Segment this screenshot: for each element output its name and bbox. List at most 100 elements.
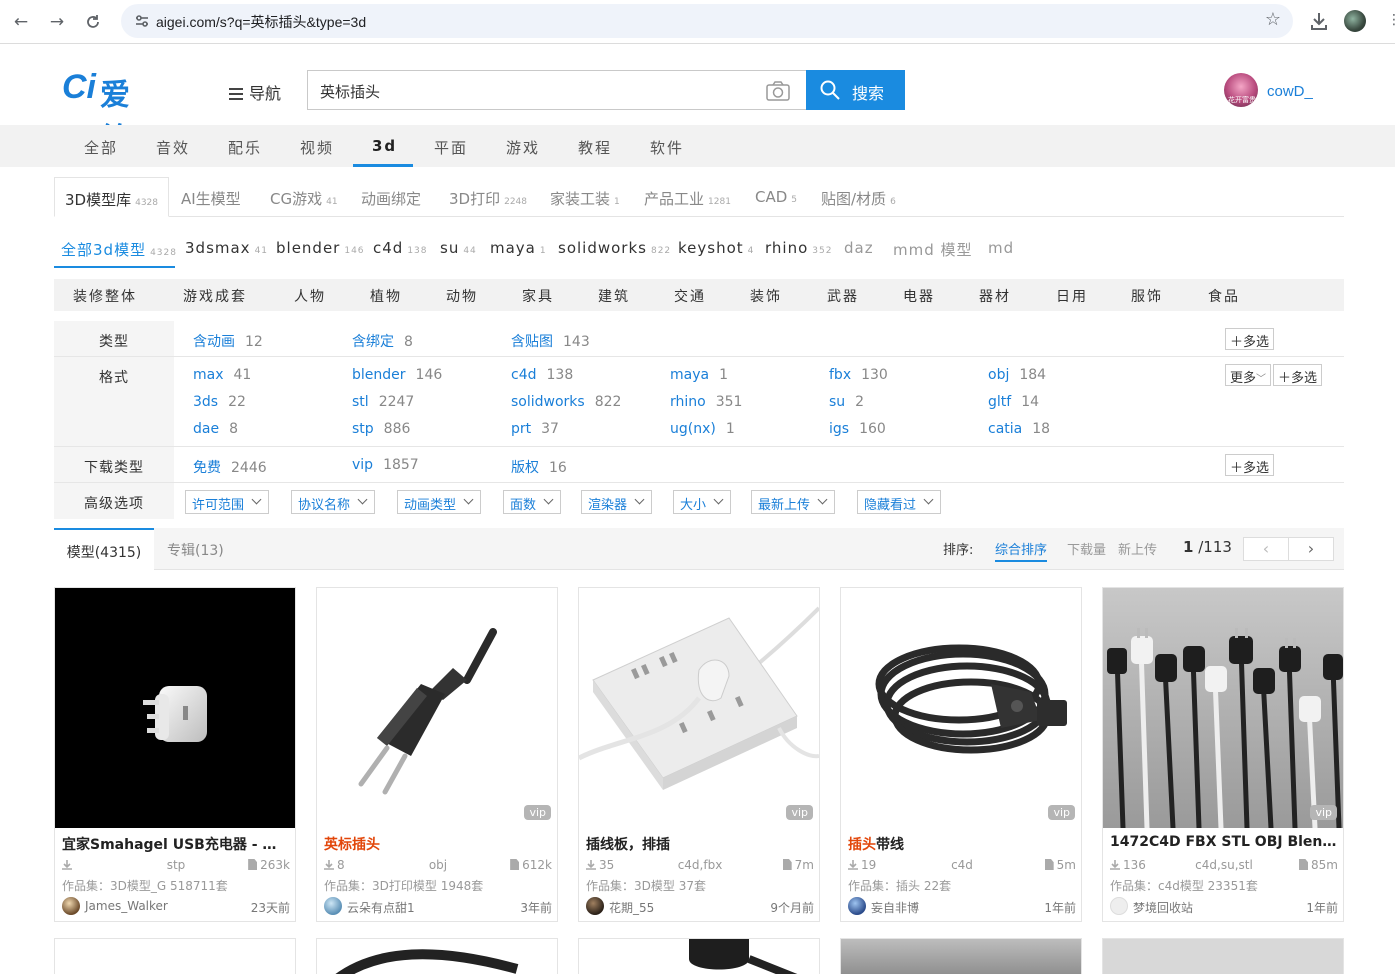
author-avatar[interactable] bbox=[324, 897, 342, 915]
author-avatar[interactable] bbox=[1110, 897, 1128, 915]
genre-item[interactable]: 服饰 bbox=[1131, 286, 1163, 306]
category-3d[interactable]: 3d bbox=[372, 137, 397, 155]
category-sfx[interactable]: 音效 bbox=[156, 137, 190, 158]
tab-industrial[interactable]: 产品工业 1281 bbox=[644, 177, 731, 217]
user-avatar[interactable]: 花开富贵 bbox=[1224, 73, 1258, 107]
dropdown-hide-viewed[interactable]: 隐藏看过 bbox=[857, 490, 942, 514]
model-title[interactable]: 插头带线 bbox=[848, 834, 1076, 854]
download-icon[interactable] bbox=[1308, 10, 1330, 32]
filter-option[interactable]: catia 18 bbox=[988, 421, 1050, 437]
genre-item[interactable]: 装饰 bbox=[750, 286, 782, 306]
dropdown-agreement[interactable]: 协议名称 bbox=[291, 490, 376, 514]
subtab-rhino[interactable]: rhino 352 bbox=[765, 239, 832, 257]
filter-option[interactable]: 含绑定 8 bbox=[352, 331, 413, 351]
model-thumbnail[interactable]: vip bbox=[1103, 588, 1343, 828]
forward-arrow-icon[interactable]: → bbox=[45, 10, 69, 34]
filter-option[interactable]: 免费 2446 bbox=[193, 457, 267, 477]
genre-item[interactable]: 交通 bbox=[674, 286, 706, 306]
collection-link[interactable]: 作品集：插头 22套 bbox=[848, 877, 951, 894]
model-card[interactable] bbox=[1102, 938, 1344, 974]
author-name[interactable]: 花期_55 bbox=[609, 899, 654, 916]
filter-option[interactable]: fbx 130 bbox=[829, 367, 888, 383]
subtab-md[interactable]: md bbox=[988, 239, 1014, 257]
genre-item[interactable]: 植物 bbox=[370, 286, 402, 306]
bookmark-star-icon[interactable]: ☆ bbox=[1265, 9, 1281, 30]
genre-item[interactable]: 日用 bbox=[1056, 286, 1088, 306]
subtab-maya[interactable]: maya 1 bbox=[490, 239, 547, 257]
subtab-mmd[interactable]: mmd 模型 bbox=[893, 239, 973, 260]
dropdown-animation-type[interactable]: 动画类型 bbox=[397, 490, 482, 514]
camera-icon[interactable] bbox=[766, 81, 790, 101]
model-card[interactable]: vip 1472C4D FBX STL OBJ Blende... 136 c4… bbox=[1102, 587, 1344, 922]
category-software[interactable]: 软件 bbox=[650, 137, 684, 158]
model-card[interactable] bbox=[578, 938, 820, 974]
filter-option[interactable]: 版权 16 bbox=[511, 457, 567, 477]
search-button[interactable]: 搜索 bbox=[806, 70, 905, 110]
author-avatar[interactable] bbox=[62, 897, 80, 915]
genre-item[interactable]: 器材 bbox=[979, 286, 1011, 306]
tab-models[interactable]: 模型(4315) bbox=[54, 528, 154, 570]
genre-item[interactable]: 家具 bbox=[522, 286, 554, 306]
tab-3d-model-lib[interactable]: 3D模型库 4328 bbox=[54, 177, 170, 217]
model-thumbnail[interactable]: vip bbox=[317, 588, 557, 828]
dropdown-latest-upload[interactable]: 最新上传 bbox=[751, 490, 836, 514]
genre-item[interactable]: 食品 bbox=[1208, 286, 1240, 306]
category-video[interactable]: 视频 bbox=[300, 137, 334, 158]
menu-icon[interactable]: ⋮ bbox=[1387, 12, 1395, 28]
genre-item[interactable]: 人物 bbox=[294, 286, 326, 306]
subtab-solidworks[interactable]: solidworks 822 bbox=[558, 239, 671, 257]
model-title[interactable]: 宜家Smahagel USB充电器 - 英... bbox=[62, 834, 290, 854]
category-tutorial[interactable]: 教程 bbox=[578, 137, 612, 158]
tab-cg-game[interactable]: CG游戏 41 bbox=[270, 177, 338, 217]
multi-select-button[interactable]: ＋多选 bbox=[1225, 454, 1275, 476]
model-card[interactable]: vip 插头带线 19 c4d 5m 作品集：插头 22套 妄自非博 1年前 bbox=[840, 587, 1082, 922]
subtab-keyshot[interactable]: keyshot 4 bbox=[678, 239, 754, 257]
collection-link[interactable]: 作品集：3D模型_G 518711套 bbox=[62, 877, 228, 894]
author-name[interactable]: James_Walker bbox=[85, 899, 168, 913]
tab-ai-model[interactable]: AI生模型 bbox=[181, 177, 241, 217]
model-title[interactable]: 插线板，排插 bbox=[586, 834, 814, 854]
model-card[interactable]: 宜家Smahagel USB充电器 - 英... stp 263k 作品集：3D… bbox=[54, 587, 296, 922]
tab-home-decor[interactable]: 家装工装 1 bbox=[550, 177, 620, 217]
category-all[interactable]: 全部 bbox=[84, 137, 118, 158]
multi-select-button[interactable]: ＋多选 bbox=[1225, 328, 1275, 350]
dropdown-renderer[interactable]: 渲染器 bbox=[581, 490, 653, 514]
model-thumbnail[interactable]: vip bbox=[579, 588, 819, 828]
tab-texture[interactable]: 贴图/材质 6 bbox=[821, 177, 896, 217]
author-avatar[interactable] bbox=[848, 897, 866, 915]
filter-option[interactable]: stl 2247 bbox=[352, 394, 414, 410]
model-card[interactable]: vip 英标插头 8 obj 612k 作品集：3D打印模型 1948套 云朵有… bbox=[316, 587, 558, 922]
filter-option[interactable]: rhino 351 bbox=[670, 394, 742, 410]
filter-option[interactable]: vip 1857 bbox=[352, 457, 419, 473]
subtab-blender[interactable]: blender 146 bbox=[276, 239, 365, 257]
tab-albums[interactable]: 专辑(13) bbox=[167, 528, 224, 570]
filter-option[interactable]: blender 146 bbox=[352, 367, 442, 383]
genre-item[interactable]: 装修整体 bbox=[73, 286, 137, 306]
subtab-3dsmax[interactable]: 3dsmax 41 bbox=[185, 239, 268, 257]
address-bar[interactable]: aigei.com/s?q=英标插头&type=3d ☆ bbox=[121, 4, 1293, 38]
filter-option[interactable]: 含动画 12 bbox=[193, 331, 263, 351]
filter-option[interactable]: maya 1 bbox=[670, 367, 728, 383]
dropdown-license[interactable]: 许可范围 bbox=[185, 490, 270, 514]
reload-icon[interactable] bbox=[81, 10, 105, 34]
tab-3d-print[interactable]: 3D打印 2248 bbox=[449, 177, 527, 217]
filter-option[interactable]: dae 8 bbox=[193, 421, 238, 437]
filter-option[interactable]: 3ds 22 bbox=[193, 394, 246, 410]
user-name[interactable]: cowD_ bbox=[1267, 83, 1313, 100]
filter-option[interactable]: max 41 bbox=[193, 367, 251, 383]
filter-option[interactable]: 含贴图 143 bbox=[511, 331, 590, 351]
model-title[interactable]: 英标插头 bbox=[324, 834, 552, 854]
genre-item[interactable]: 武器 bbox=[827, 286, 859, 306]
category-game[interactable]: 游戏 bbox=[506, 137, 540, 158]
filter-option[interactable]: stp 886 bbox=[352, 421, 410, 437]
model-thumbnail[interactable]: vip bbox=[841, 588, 1081, 828]
author-name[interactable]: 梦境回收站 bbox=[1133, 899, 1193, 916]
author-name[interactable]: 云朵有点甜1 bbox=[347, 899, 415, 916]
dropdown-face-count[interactable]: 面数 bbox=[503, 490, 562, 514]
prev-page-button[interactable]: ‹ bbox=[1243, 537, 1289, 561]
dropdown-size[interactable]: 大小 bbox=[673, 490, 732, 514]
model-card[interactable] bbox=[840, 938, 1082, 974]
sort-comprehensive[interactable]: 综合排序 bbox=[995, 539, 1048, 562]
next-page-button[interactable]: › bbox=[1288, 537, 1334, 561]
filter-option[interactable]: igs 160 bbox=[829, 421, 886, 437]
